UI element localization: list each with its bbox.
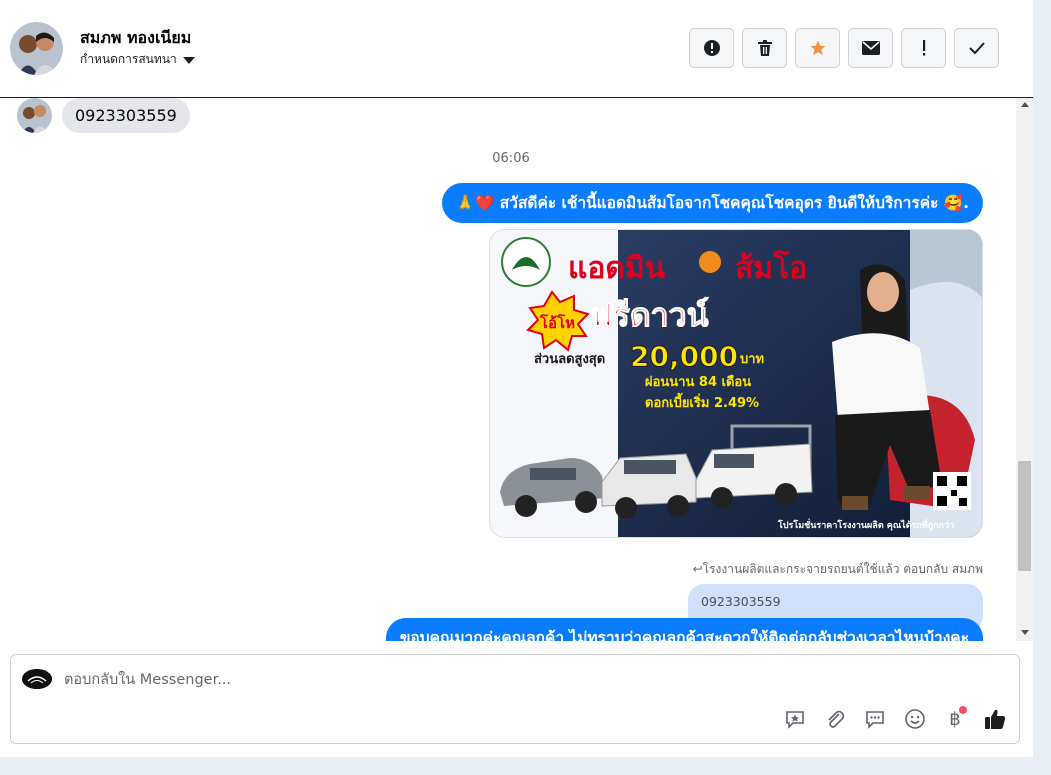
emoji-button[interactable] [903,707,927,731]
contact-name[interactable]: สมภพ ทองเนียม [80,26,191,51]
ad-headline: ฟรีดาวน์ [590,296,709,334]
trash-icon [757,40,772,56]
ad-brand-line2: ส้มโอ [735,249,807,286]
incoming-message[interactable]: 0923303559 [62,98,190,133]
delete-button[interactable] [742,28,787,68]
page-margin-right [1033,0,1051,775]
saved-reply-button[interactable] [783,707,807,731]
envelope-icon [861,41,880,55]
saved-reply-icon [786,711,804,729]
composer-tools: ฿ [783,706,1007,731]
paperclip-icon [828,710,845,728]
star-icon [810,40,825,56]
spam-button[interactable] [689,28,734,68]
thread-scrollbar[interactable] [1016,98,1033,641]
conversation-actions [689,28,999,68]
star-button[interactable] [795,28,840,68]
contact-avatar-small [17,98,52,133]
ad-discount-label: ส่วนลดสูงสุด [534,352,605,367]
scroll-up-arrow-icon[interactable] [1021,102,1029,107]
assign-conversation-dropdown[interactable]: กำหนดการสนทนา [80,50,195,69]
chat-template-button[interactable] [863,707,887,731]
ad-currency: บาท [740,352,764,367]
mark-unread-button[interactable] [848,28,893,68]
ad-badge: โอ้โห [539,313,575,332]
thumbs-up-icon [985,709,1006,729]
ad-brand-line1: แอดมิน [568,251,666,286]
outgoing-reply-message[interactable]: ขอบคุณมากค่ะคุณลูกค้า ไม่ทราบว่าคุณลูกค้… [385,618,983,641]
follow-up-button[interactable] [901,28,946,68]
assign-label: กำหนดการสนทนา [80,52,177,66]
checkmark-icon [968,42,985,54]
message-thread[interactable]: 0923303559 06:06 🙏❤️ สวัสดีค่ะ เช้านี้แอ… [0,98,1016,641]
reply-input[interactable] [64,669,764,691]
scroll-down-arrow-icon[interactable] [1021,630,1029,635]
ad-discount-amount: 20,000 [630,340,738,373]
exclamation-circle-icon [703,40,720,56]
conversation-header: สมภพ ทองเนียม กำหนดการสนทนา [0,0,1033,98]
message-composer: ฿ [10,654,1020,744]
message-timestamp: 06:06 [492,151,530,166]
payment-button[interactable]: ฿ [943,706,967,731]
notification-dot [959,706,967,714]
caret-down-icon [182,57,195,64]
ad-installment: ผ่อนนาน 84 เดือน [645,374,751,390]
page-logo-avatar [22,669,52,689]
reply-context-note: ↩โรงงานผลิตและกระจายรถยนต์ใช้แล้ว ตอบกลั… [692,562,983,576]
page-margin-bottom [0,757,1051,775]
chat-bubble-icon [866,711,884,729]
outgoing-greeting-message[interactable]: 🙏❤️ สวัสดีค่ะ เช้านี้แอดมินส้มโอจากโชคคุ… [441,183,983,223]
like-button[interactable] [983,707,1007,731]
exclamation-icon [922,40,925,56]
contact-avatar[interactable] [10,22,63,75]
attach-button[interactable] [823,707,847,731]
scroll-thumb[interactable] [1018,461,1031,571]
emoji-icon [905,709,925,729]
done-button[interactable] [954,28,999,68]
promo-image[interactable]: แอดมิน ส้มโอ โอ้โห ฟรีดาวน์ ส่วนลดสูงสุด… [489,229,983,538]
